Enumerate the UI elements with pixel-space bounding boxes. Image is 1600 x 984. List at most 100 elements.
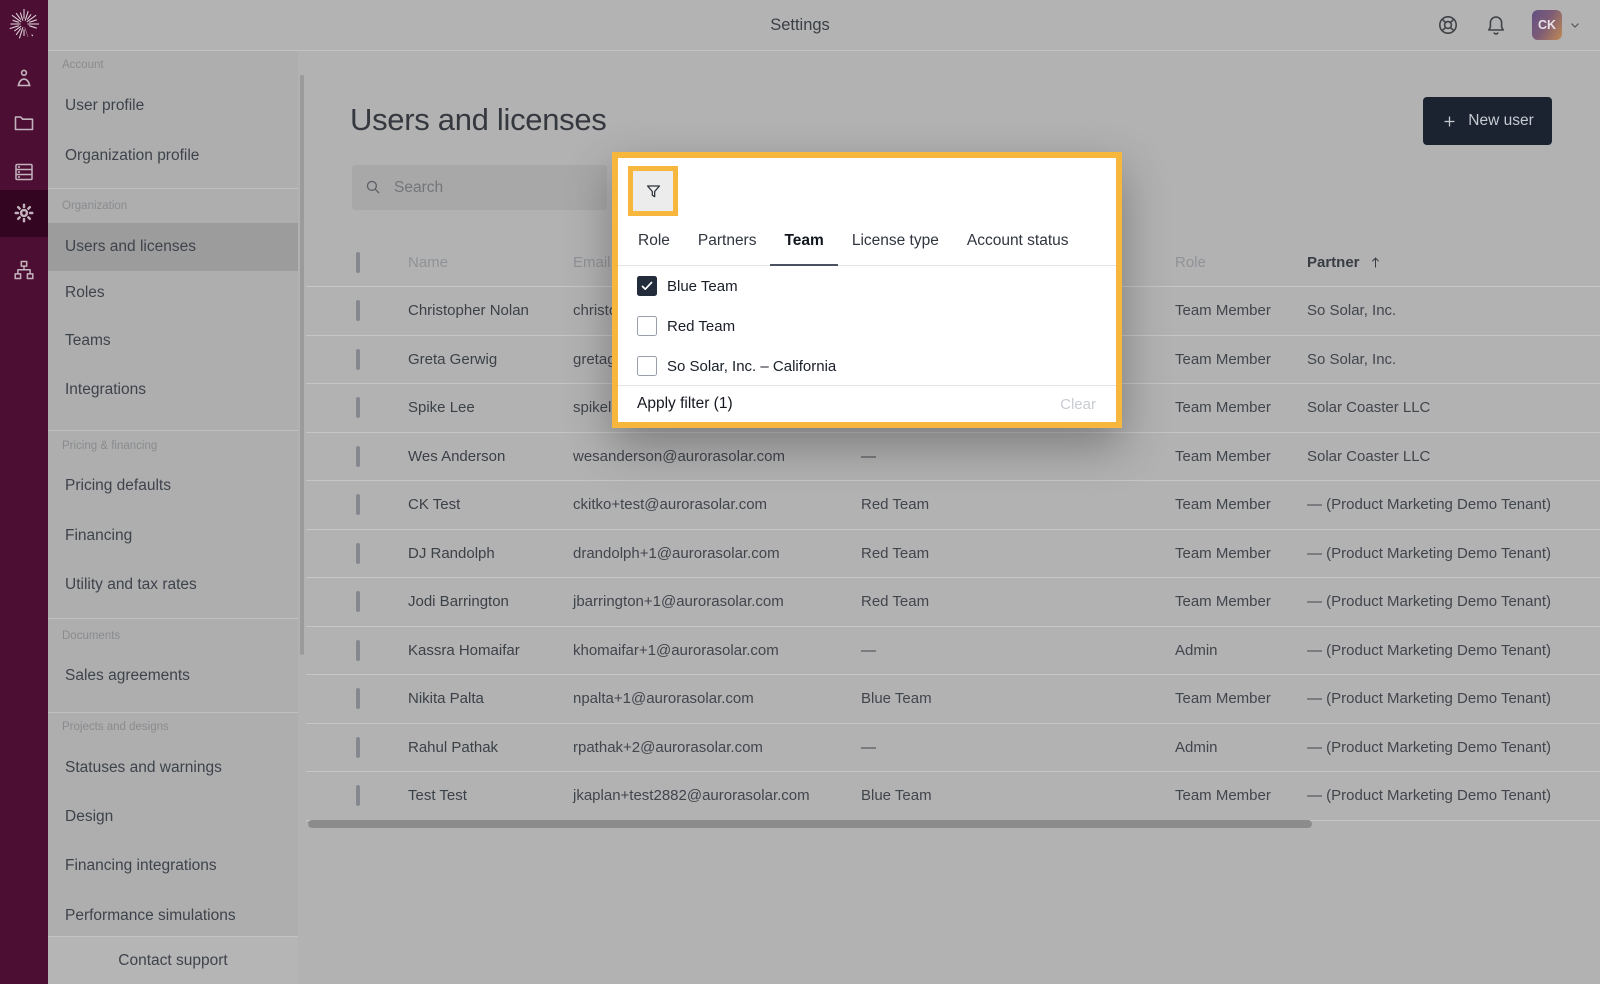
sidebar-divider — [48, 188, 298, 189]
filter-option[interactable]: So Solar, Inc. – California — [618, 346, 1116, 386]
cell-role: Team Member — [1175, 593, 1307, 610]
select-all-checkbox[interactable] — [356, 252, 360, 273]
checked-checkbox[interactable] — [637, 276, 657, 296]
settings-icon[interactable] — [0, 190, 48, 237]
cell-team: Blue Team — [861, 690, 1175, 707]
sidebar-item-user-profile[interactable]: User profile — [48, 82, 298, 130]
sidebar-item-financing[interactable]: Financing — [48, 512, 298, 560]
list-icon[interactable] — [0, 149, 48, 196]
table-row[interactable]: Wes Andersonwesanderson@aurorasolar.com—… — [306, 433, 1600, 482]
table-row[interactable]: CK Testckitko+test@aurorasolar.comRed Te… — [306, 481, 1600, 530]
org-chart-icon[interactable] — [0, 247, 48, 294]
unchecked-checkbox[interactable] — [637, 316, 657, 336]
cell-partner: — (Product Marketing Demo Tenant) — [1307, 545, 1600, 562]
clear-filter-button[interactable]: Clear — [1060, 396, 1096, 413]
table-row[interactable]: Kassra Homaifarkhomaifar+1@aurorasolar.c… — [306, 627, 1600, 676]
cell-partner: — (Product Marketing Demo Tenant) — [1307, 642, 1600, 659]
row-checkbox[interactable] — [356, 543, 360, 564]
account-menu[interactable]: CK — [1532, 10, 1582, 40]
filter-button[interactable] — [633, 171, 673, 211]
filter-tab-partners[interactable]: Partners — [684, 217, 771, 265]
annotation-filter-ring — [628, 166, 678, 216]
cell-partner: — (Product Marketing Demo Tenant) — [1307, 787, 1600, 804]
sidebar-section-label: Projects and designs — [62, 721, 169, 733]
sidebar-item-performance-simulations[interactable]: Performance simulations — [48, 892, 298, 940]
sidebar-item-users-and-licenses[interactable]: Users and licenses — [48, 223, 298, 271]
row-checkbox[interactable] — [356, 640, 360, 661]
projects-icon[interactable] — [0, 100, 48, 147]
sidebar-item-teams[interactable]: Teams — [48, 317, 298, 365]
top-bar-actions: CK — [1436, 0, 1582, 50]
sidebar-section-label: Account — [62, 59, 104, 71]
cell-name: Test Test — [408, 787, 573, 804]
row-checkbox[interactable] — [356, 785, 360, 806]
cell-role: Team Member — [1175, 448, 1307, 465]
sidebar-item-statuses-and-warnings[interactable]: Statuses and warnings — [48, 744, 298, 792]
filter-tab-team[interactable]: Team — [770, 217, 837, 265]
sidebar-item-organization-profile[interactable]: Organization profile — [48, 132, 298, 180]
aurora-logo-icon[interactable] — [7, 7, 41, 41]
filter-tab-role[interactable]: Role — [624, 217, 684, 265]
cell-role: Team Member — [1175, 399, 1307, 416]
sidebar-item-integrations[interactable]: Integrations — [48, 366, 298, 414]
cell-email: jkaplan+test2882@aurorasolar.com — [573, 787, 861, 804]
sidebar-item-pricing-defaults[interactable]: Pricing defaults — [48, 462, 298, 510]
notifications-bell-icon[interactable] — [1484, 13, 1508, 37]
apply-filter-button[interactable]: Apply filter (1) — [637, 395, 1060, 413]
row-checkbox[interactable] — [356, 397, 360, 418]
cell-role: Team Member — [1175, 351, 1307, 368]
filter-option[interactable]: Blue Team — [618, 266, 1116, 306]
cell-team: Red Team — [861, 545, 1175, 562]
cell-team: — — [861, 448, 1175, 465]
cell-name: Nikita Palta — [408, 690, 573, 707]
column-header-name[interactable]: Name — [408, 254, 573, 271]
sidebar-item-financing-integrations[interactable]: Financing integrations — [48, 842, 298, 890]
filter-tab-account-status[interactable]: Account status — [953, 217, 1083, 265]
sidebar-item-roles[interactable]: Roles — [48, 269, 298, 317]
filter-tab-license-type[interactable]: License type — [838, 217, 953, 265]
column-header-role[interactable]: Role — [1175, 254, 1307, 271]
row-checkbox[interactable] — [356, 737, 360, 758]
sidebar-scrollbar[interactable] — [300, 75, 304, 655]
search-box[interactable] — [352, 165, 607, 210]
plus-icon — [1441, 113, 1458, 130]
table-row[interactable]: Rahul Pathakrpathak+2@aurorasolar.com—Ad… — [306, 724, 1600, 773]
row-checkbox[interactable] — [356, 591, 360, 612]
row-checkbox[interactable] — [356, 688, 360, 709]
table-row[interactable]: Jodi Barringtonjbarrington+1@aurorasolar… — [306, 578, 1600, 627]
table-row[interactable]: Nikita Paltanpalta+1@aurorasolar.comBlue… — [306, 675, 1600, 724]
user-avatar[interactable]: CK — [1532, 10, 1562, 40]
sidebar-item-utility-and-tax-rates[interactable]: Utility and tax rates — [48, 561, 298, 609]
help-icon[interactable] — [1436, 13, 1460, 37]
sidebar-divider — [48, 618, 298, 619]
unchecked-checkbox[interactable] — [637, 356, 657, 376]
sidebar-item-sales-agreements[interactable]: Sales agreements — [48, 652, 298, 700]
row-checkbox[interactable] — [356, 446, 360, 467]
cell-partner: So Solar, Inc. — [1307, 302, 1600, 319]
row-checkbox[interactable] — [356, 349, 360, 370]
cell-role: Team Member — [1175, 545, 1307, 562]
table-row[interactable]: DJ Randolphdrandolph+1@aurorasolar.comRe… — [306, 530, 1600, 579]
annotation-highlight-box: RolePartnersTeamLicense typeAccount stat… — [612, 152, 1122, 428]
table-row[interactable]: Test Testjkaplan+test2882@aurorasolar.co… — [306, 772, 1600, 821]
row-checkbox[interactable] — [356, 300, 360, 321]
sidebar-section-label: Documents — [62, 630, 120, 642]
sidebar-item-design[interactable]: Design — [48, 793, 298, 841]
search-input[interactable] — [392, 178, 595, 198]
cell-email: npalta+1@aurorasolar.com — [573, 690, 861, 707]
table-horizontal-scrollbar[interactable] — [308, 820, 1312, 828]
cell-email: ckitko+test@aurorasolar.com — [573, 496, 861, 513]
new-user-button[interactable]: New user — [1423, 97, 1552, 145]
filter-tabs: RolePartnersTeamLicense typeAccount stat… — [618, 217, 1116, 266]
filter-funnel-icon — [644, 182, 663, 201]
cell-name: Wes Anderson — [408, 448, 573, 465]
contacts-icon[interactable] — [0, 55, 48, 102]
filter-option[interactable]: Red Team — [618, 306, 1116, 346]
cell-name: Jodi Barrington — [408, 593, 573, 610]
chevron-down-icon[interactable] — [1568, 18, 1582, 32]
row-checkbox[interactable] — [356, 494, 360, 515]
cell-partner: — (Product Marketing Demo Tenant) — [1307, 496, 1600, 513]
cell-partner: Solar Coaster LLC — [1307, 448, 1600, 465]
contact-support-button[interactable]: Contact support — [48, 936, 298, 984]
column-header-partner[interactable]: Partner — [1307, 254, 1600, 271]
